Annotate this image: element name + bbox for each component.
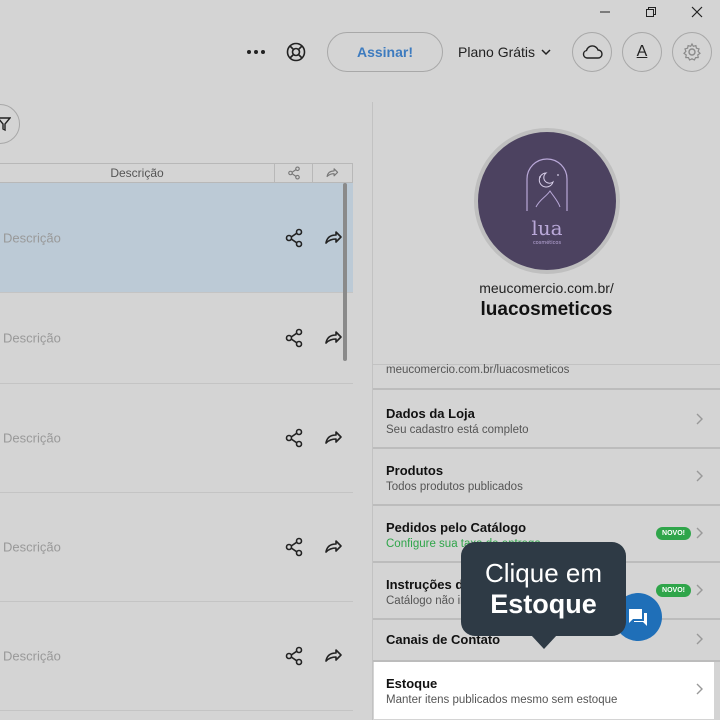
forward-icon[interactable] bbox=[323, 428, 343, 448]
menu-item-products[interactable]: Produtos Todos produtos publicados bbox=[373, 449, 720, 506]
chevron-right-icon bbox=[696, 413, 703, 425]
menu-item-subtitle: Todos produtos publicados bbox=[386, 481, 523, 493]
filter-button[interactable] bbox=[0, 104, 20, 144]
filter-icon bbox=[0, 117, 11, 132]
menu-item-title: Estoque bbox=[386, 676, 438, 691]
forward-icon[interactable] bbox=[323, 228, 343, 248]
toolbar: Assinar! Plano Grátis A bbox=[0, 32, 720, 72]
tooltip-line1: Clique em bbox=[484, 558, 603, 588]
table-row[interactable]: Descrição bbox=[0, 493, 353, 602]
table-row[interactable]: Descrição bbox=[0, 293, 353, 384]
help-button[interactable] bbox=[284, 40, 308, 64]
store-name: luacosmeticos bbox=[480, 299, 613, 320]
chat-icon bbox=[629, 609, 647, 626]
menu-item-title: Produtos bbox=[386, 463, 444, 478]
restore-button[interactable] bbox=[628, 0, 674, 24]
store-url-prefix: meucomercio.com.br/ bbox=[479, 280, 614, 296]
table-row[interactable]: Descrição bbox=[0, 602, 353, 711]
table-header: Descrição bbox=[0, 163, 353, 183]
more-dots-icon bbox=[247, 50, 265, 54]
row-description: Descrição bbox=[3, 648, 61, 664]
store-logo-subtext: cosméticos bbox=[533, 239, 562, 246]
share-icon[interactable] bbox=[284, 428, 304, 448]
row-description: Descrição bbox=[3, 539, 61, 555]
column-header-description[interactable]: Descrição bbox=[0, 164, 275, 182]
forward-icon[interactable] bbox=[323, 537, 343, 557]
new-badge: NOVO! bbox=[656, 527, 691, 540]
window-controls bbox=[582, 0, 720, 24]
subscribe-button[interactable]: Assinar! bbox=[327, 32, 443, 72]
menu-item-store-data[interactable]: Dados da Loja Seu cadastro está completo bbox=[373, 392, 720, 449]
gear-icon bbox=[683, 42, 701, 61]
share-icon[interactable] bbox=[284, 228, 304, 248]
chevron-right-icon bbox=[696, 584, 703, 596]
font-settings-button[interactable]: A bbox=[622, 32, 662, 72]
restore-icon bbox=[646, 7, 656, 17]
more-button[interactable] bbox=[244, 40, 268, 64]
share-icon[interactable] bbox=[284, 537, 304, 557]
forward-icon bbox=[326, 168, 339, 178]
menu-item-subtitle: Manter itens publicados mesmo sem estoqu… bbox=[386, 694, 618, 706]
chevron-right-icon bbox=[696, 470, 703, 482]
tooltip-line2: Estoque bbox=[490, 589, 597, 619]
minimize-button[interactable] bbox=[582, 0, 628, 24]
column-header-share[interactable] bbox=[275, 164, 313, 182]
lifebuoy-icon bbox=[286, 42, 306, 62]
row-description: Descrição bbox=[3, 430, 61, 446]
table-scrollbar[interactable] bbox=[343, 183, 347, 361]
menu-item-title: Pedidos pelo Catálogo bbox=[386, 520, 527, 535]
menu-item-stock[interactable]: Estoque Manter itens publicados mesmo se… bbox=[374, 662, 714, 719]
row-description: Descrição bbox=[3, 330, 61, 346]
cloud-sync-button[interactable] bbox=[572, 32, 612, 72]
plan-label: Plano Grátis bbox=[458, 44, 536, 60]
store-full-url: meucomercio.com.br/luacosmeticos bbox=[386, 364, 570, 376]
menu-item-title: Dados da Loja bbox=[386, 406, 475, 421]
row-description: Descrição bbox=[3, 230, 61, 245]
tooltip-arrow bbox=[531, 635, 557, 649]
close-button[interactable] bbox=[674, 0, 720, 24]
share-icon[interactable] bbox=[284, 646, 304, 666]
minimize-icon bbox=[600, 11, 610, 13]
new-badge: NOVO! bbox=[656, 584, 691, 597]
chevron-right-icon bbox=[696, 527, 703, 539]
moon-logo-icon: lua cosméticos bbox=[526, 158, 568, 246]
forward-icon[interactable] bbox=[323, 646, 343, 666]
chevron-down-icon bbox=[541, 49, 551, 56]
store-link[interactable]: meucomercio.com.br/luacosmeticos bbox=[373, 364, 720, 390]
font-icon: A bbox=[636, 43, 648, 60]
store-logo-wordmark: lua bbox=[531, 216, 562, 240]
menu-item-subtitle: Seu cadastro está completo bbox=[386, 424, 529, 436]
share-icon[interactable] bbox=[284, 328, 304, 348]
store-logo[interactable]: lua cosméticos bbox=[474, 128, 620, 274]
table-row[interactable]: Descrição bbox=[0, 384, 353, 493]
close-icon bbox=[691, 6, 703, 18]
column-header-forward[interactable] bbox=[313, 164, 351, 182]
plan-dropdown[interactable]: Plano Grátis bbox=[458, 32, 551, 72]
products-table: Descrição Descrição Descrição Descrição … bbox=[0, 163, 353, 711]
forward-icon[interactable] bbox=[323, 328, 343, 348]
cloud-icon bbox=[582, 45, 603, 59]
table-row[interactable]: Descrição bbox=[0, 183, 353, 293]
chevron-right-icon bbox=[696, 683, 703, 695]
onboarding-tooltip: Clique em Estoque bbox=[461, 542, 626, 636]
chevron-right-icon bbox=[696, 633, 703, 645]
settings-button[interactable] bbox=[672, 32, 712, 72]
share-icon bbox=[287, 166, 300, 180]
